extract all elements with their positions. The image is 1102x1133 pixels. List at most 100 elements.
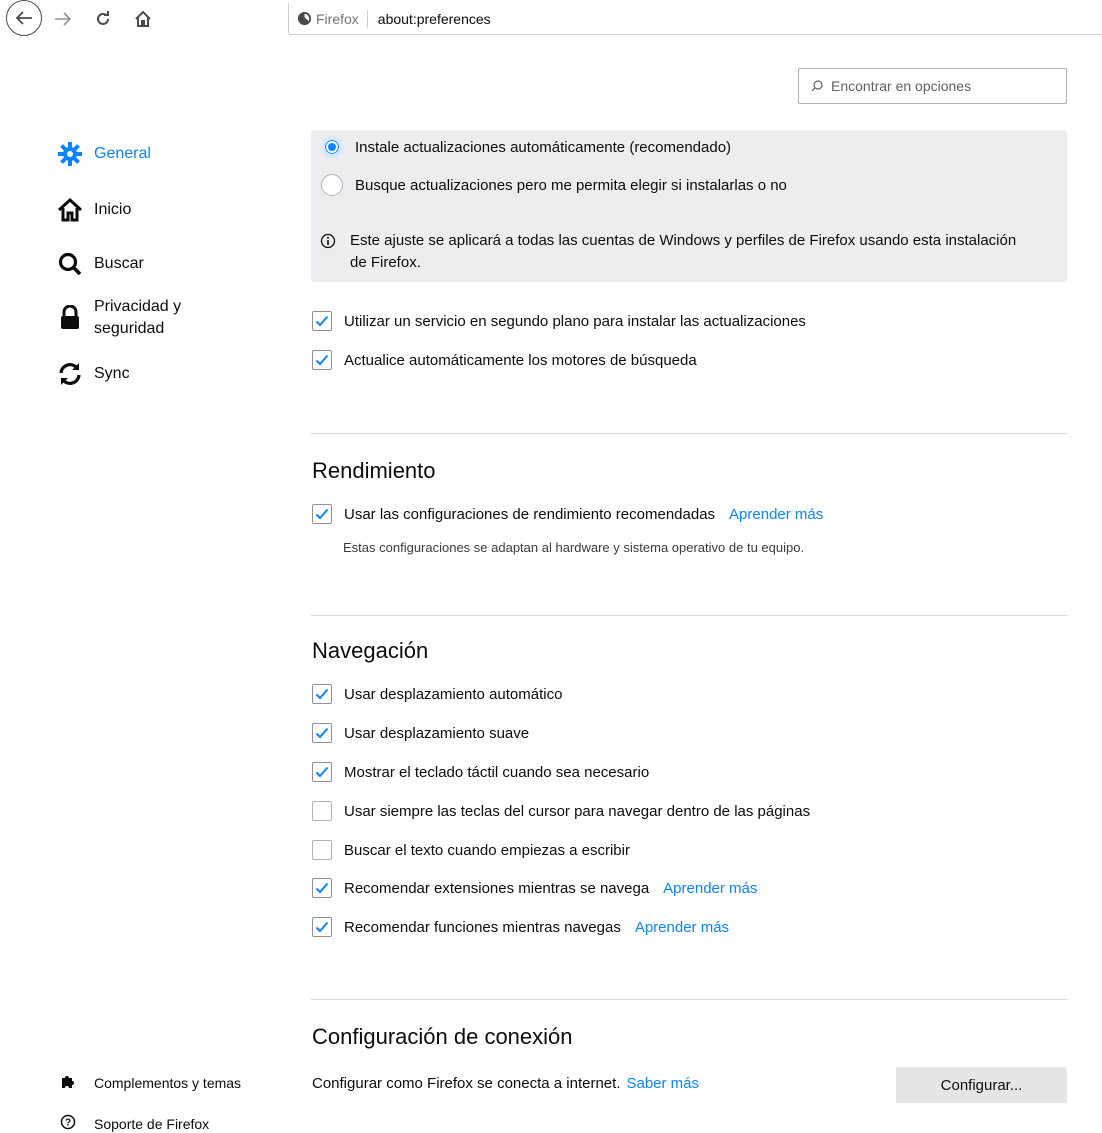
- learn-more-link[interactable]: Aprender más: [663, 880, 757, 897]
- checkbox-background-service[interactable]: [312, 311, 332, 331]
- checkbox-label: Usar las configuraciones de rendimiento …: [344, 505, 716, 523]
- search-icon: [811, 80, 823, 92]
- sidebar-item-label: Sync: [94, 365, 130, 382]
- home-icon: [56, 196, 84, 224]
- addons-link[interactable]: Complementos y temas: [60, 1073, 241, 1092]
- checkbox-row-smooth-scroll[interactable]: Usar desplazamiento suave: [312, 723, 529, 743]
- checkbox-row-recommended-performance[interactable]: Usar las configuraciones de rendimiento …: [312, 504, 823, 524]
- checkbox-label: Recomendar extensiones mientras se naveg…: [344, 879, 650, 897]
- checkbox-label: Utilizar un servicio en segundo plano pa…: [344, 312, 806, 330]
- reload-icon: [97, 11, 109, 25]
- support-link[interactable]: ? Soporte de Firefox: [60, 1114, 209, 1133]
- checkbox-row-autoscroll[interactable]: Usar desplazamiento automático: [312, 684, 562, 704]
- sidebar-item-label: General: [94, 145, 151, 162]
- radio-label: Instale actualizaciones automáticamente …: [355, 138, 732, 156]
- puzzle-icon: [60, 1073, 76, 1092]
- checkmark-icon: [315, 508, 329, 520]
- info-icon: [320, 233, 336, 249]
- checkbox-row-search-engines[interactable]: Actualice automáticamente los motores de…: [312, 350, 697, 370]
- sidebar-item-inicio[interactable]: Inicio: [56, 196, 131, 224]
- radio-label: Busque actualizaciones pero me permita e…: [355, 176, 787, 194]
- checkbox-row-caret-browsing[interactable]: Usar siempre las teclas del cursor para …: [312, 801, 810, 821]
- connection-settings-button[interactable]: Configurar...: [896, 1067, 1067, 1103]
- identity-box[interactable]: Firefox: [297, 9, 368, 28]
- identity-label: Firefox: [316, 10, 359, 27]
- checkbox-find-as-you-type[interactable]: [312, 840, 332, 860]
- learn-more-link[interactable]: Aprender más: [729, 506, 823, 523]
- checkbox-row-touch-keyboard[interactable]: Mostrar el teclado táctil cuando sea nec…: [312, 762, 649, 782]
- checkbox-row-background-service[interactable]: Utilizar un servicio en segundo plano pa…: [312, 311, 806, 331]
- radio-auto-install[interactable]: [321, 136, 343, 158]
- support-label: Soporte de Firefox: [94, 1115, 210, 1132]
- browser-toolbar: Firefox about:preferences: [0, 0, 1102, 38]
- search-field[interactable]: [798, 68, 1067, 104]
- radio-row-check-only[interactable]: Busque actualizaciones pero me permita e…: [321, 174, 787, 196]
- back-button[interactable]: [6, 0, 42, 36]
- sidebar-item-general[interactable]: General: [56, 140, 151, 168]
- checkmark-icon: [315, 727, 329, 739]
- arrow-right-icon: [55, 12, 72, 26]
- addons-label: Complementos y temas: [94, 1074, 242, 1091]
- checkbox-search-engines[interactable]: [312, 350, 332, 370]
- checkbox-label: Usar desplazamiento automático: [344, 685, 563, 703]
- checkbox-row-recommend-extensions[interactable]: Recomendar extensiones mientras se naveg…: [312, 878, 757, 898]
- radio-check-only[interactable]: [321, 174, 343, 196]
- sidebar-item-label: Buscar: [94, 255, 144, 272]
- svg-text:?: ?: [65, 1118, 71, 1129]
- sidebar-item-buscar[interactable]: Buscar: [56, 250, 144, 278]
- radio-row-auto-install[interactable]: Instale actualizaciones automáticamente …: [321, 136, 731, 158]
- url-text[interactable]: about:preferences: [368, 11, 491, 27]
- section-divider: [311, 433, 1067, 434]
- section-divider: [311, 615, 1067, 616]
- browsing-heading: Navegación: [312, 638, 429, 663]
- help-icon: ?: [60, 1114, 76, 1133]
- performance-description: Estas configuraciones se adaptan al hard…: [343, 540, 805, 555]
- checkbox-row-recommend-features[interactable]: Recomendar funciones mientras navegas Ap…: [312, 917, 729, 937]
- checkbox-smooth-scroll[interactable]: [312, 723, 332, 743]
- section-divider: [311, 999, 1067, 1000]
- checkbox-recommended-performance[interactable]: [312, 504, 332, 524]
- home-button[interactable]: [128, 4, 158, 34]
- url-bar[interactable]: Firefox about:preferences: [288, 3, 1102, 35]
- checkmark-icon: [315, 354, 329, 366]
- checkmark-icon: [315, 921, 329, 933]
- checkbox-row-find-as-you-type[interactable]: Buscar el texto cuando empiezas a escrib…: [312, 840, 630, 860]
- checkbox-touch-keyboard[interactable]: [312, 762, 332, 782]
- connection-heading: Configuración de conexión: [312, 1024, 573, 1049]
- connection-text: Configurar como Firefox se conecta a int…: [312, 1075, 621, 1092]
- sync-icon: [56, 360, 84, 388]
- checkbox-recommend-features[interactable]: [312, 917, 332, 937]
- checkbox-label: Usar siempre las teclas del cursor para …: [344, 802, 811, 820]
- connection-description: Configurar como Firefox se conecta a int…: [312, 1075, 699, 1092]
- update-info-note: Este ajuste se aplicará a todas las cuen…: [320, 230, 1030, 274]
- performance-heading: Rendimiento: [312, 458, 436, 483]
- info-text: Este ajuste se aplicará a todas las cuen…: [350, 232, 1017, 271]
- checkbox-autoscroll[interactable]: [312, 684, 332, 704]
- sidebar-item-label: Inicio: [94, 201, 132, 218]
- checkmark-icon: [315, 766, 329, 778]
- sidebar-item-privacy[interactable]: Privacidad y seguridad: [56, 296, 214, 340]
- sidebar-item-label: Privacidad y seguridad: [94, 298, 182, 337]
- learn-more-link[interactable]: Aprender más: [635, 919, 729, 936]
- home-icon: [135, 10, 151, 27]
- checkmark-icon: [315, 688, 329, 700]
- reload-button[interactable]: [88, 4, 118, 34]
- checkbox-label: Actualice automáticamente los motores de…: [344, 351, 697, 369]
- checkbox-label: Recomendar funciones mientras navegas: [344, 918, 621, 936]
- checkmark-icon: [315, 882, 329, 894]
- sidebar-item-sync[interactable]: Sync: [56, 360, 130, 388]
- checkbox-caret-browsing[interactable]: [312, 801, 332, 821]
- search-input[interactable]: [829, 77, 1053, 95]
- arrow-left-icon: [15, 11, 32, 25]
- search-icon: [56, 250, 84, 278]
- forward-button[interactable]: [48, 4, 78, 34]
- checkbox-label: Buscar el texto cuando empiezas a escrib…: [344, 841, 630, 859]
- checkbox-label: Usar desplazamiento suave: [344, 724, 530, 742]
- lock-icon: [56, 304, 84, 332]
- checkmark-icon: [315, 315, 329, 327]
- checkbox-recommend-extensions[interactable]: [312, 878, 332, 898]
- gear-icon: [56, 140, 84, 168]
- firefox-logo-icon: [297, 11, 312, 26]
- learn-more-link[interactable]: Saber más: [626, 1075, 699, 1092]
- checkbox-label: Mostrar el teclado táctil cuando sea nec…: [344, 763, 650, 781]
